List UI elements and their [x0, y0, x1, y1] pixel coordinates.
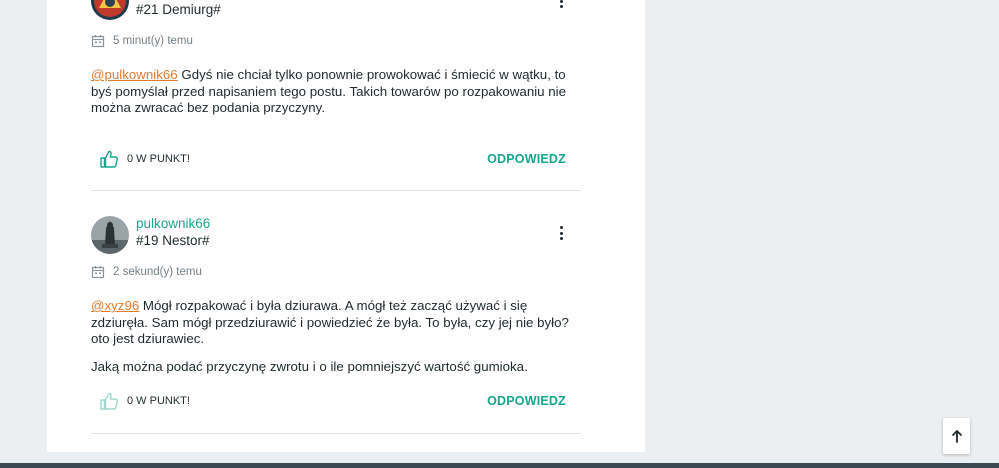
- post-time: 5 minut(y) temu: [91, 34, 193, 48]
- avatar[interactable]: [91, 216, 129, 254]
- footer-bar: [0, 463, 999, 468]
- reply-button[interactable]: ODPOWIEDZ: [487, 394, 566, 408]
- author-name[interactable]: pulkownik66: [136, 216, 210, 231]
- post-actions: 0 W PUNKT! ODPOWIEDZ: [91, 391, 581, 415]
- post-divider: [91, 433, 581, 434]
- like-count: 0 W PUNKT!: [127, 395, 190, 407]
- post-actions: 0 W PUNKT! ODPOWIEDZ: [91, 149, 581, 173]
- comment-text: Jaką można podać przyczynę zwrotu i o il…: [91, 358, 528, 374]
- thumbs-up-icon: [100, 392, 118, 410]
- like-button[interactable]: 0 W PUNKT!: [99, 149, 190, 169]
- reply-button[interactable]: ODPOWIEDZ: [487, 152, 566, 166]
- calendar-icon: [91, 266, 105, 279]
- comment-body: @pulkownik66 Gdyś nie chciał tylko ponow…: [91, 67, 571, 117]
- comment-text: Mógł rozpakować i była dziurawa. A mógł …: [91, 298, 569, 346]
- post-divider: [91, 190, 581, 191]
- thumbs-up-icon: [100, 150, 118, 168]
- post-time: 2 sekund(y) temu: [91, 265, 202, 279]
- comment-body: @xyz96 Mógł rozpakować i była dziurawa. …: [91, 298, 571, 375]
- calendar-icon: [91, 35, 105, 48]
- user-mention[interactable]: @pulkownik66: [91, 67, 178, 82]
- author-rank: #21 Demiurg#: [136, 2, 221, 17]
- time-text: 2 sekund(y) temu: [113, 266, 202, 278]
- avatar[interactable]: [91, 0, 129, 20]
- time-text: 5 minut(y) temu: [113, 35, 193, 47]
- like-count: 0 W PUNKT!: [127, 153, 190, 165]
- scroll-to-top-button[interactable]: [943, 418, 970, 454]
- comment-post-1: #21 Demiurg# 5 minut(y) temu @pulkownik6…: [91, 0, 581, 190]
- comment-post-2: pulkownik66 #19 Nestor# 2 sekund(y) temu…: [91, 215, 581, 433]
- like-button[interactable]: 0 W PUNKT!: [99, 391, 190, 411]
- kebab-menu-icon[interactable]: [555, 226, 567, 240]
- arrow-up-icon: [951, 430, 962, 443]
- user-mention[interactable]: @xyz96: [91, 298, 139, 313]
- author-rank: #19 Nestor#: [136, 233, 210, 248]
- kebab-menu-icon[interactable]: [555, 0, 567, 8]
